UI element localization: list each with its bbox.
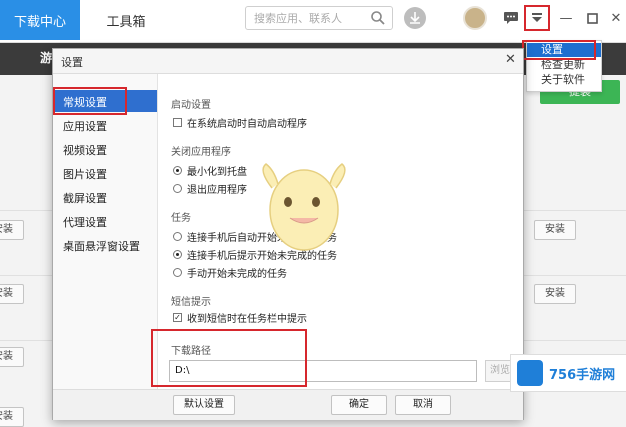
radio-exit-app[interactable]: 退出应用程序 bbox=[173, 181, 247, 196]
startup-checkbox[interactable]: 在系统启动时自动启动程序 bbox=[173, 115, 307, 130]
close-app-section-title: 关闭应用程序 bbox=[171, 147, 231, 158]
nav-item-apps[interactable]: 应用设置 bbox=[63, 118, 107, 134]
menu-item-check-update[interactable]: 检查更新 bbox=[527, 58, 601, 72]
brand-text: 756手游网 bbox=[549, 367, 616, 383]
brand-watermark: 756手游网 bbox=[510, 354, 626, 392]
default-settings-button[interactable]: 默认设置 bbox=[173, 395, 235, 415]
avatar[interactable] bbox=[463, 6, 487, 30]
sms-option-label: 收到短信时在任务栏中提示 bbox=[187, 314, 307, 325]
nav-item-screenshot[interactable]: 截屏设置 bbox=[63, 190, 107, 206]
dialog-title: 设置 bbox=[61, 56, 83, 69]
checkbox-unchecked-icon bbox=[173, 118, 182, 127]
radio-selected-icon bbox=[173, 166, 182, 175]
download-path-highlight-box bbox=[151, 329, 307, 387]
install-button[interactable]: 安装 bbox=[0, 347, 24, 367]
radio-label: 退出应用程序 bbox=[187, 185, 247, 196]
nav-item-proxy[interactable]: 代理设置 bbox=[63, 214, 107, 230]
category-tab-games[interactable]: 游 bbox=[40, 49, 52, 66]
radio-label: 最小化到托盘 bbox=[187, 167, 247, 178]
radio-label: 手动开始未完成的任务 bbox=[187, 269, 287, 280]
startup-option-label: 在系统启动时自动启动程序 bbox=[187, 119, 307, 130]
radio-unselected-icon bbox=[173, 184, 182, 193]
radio-selected-icon bbox=[173, 250, 182, 259]
general-highlight-box bbox=[53, 87, 127, 115]
nav-item-images[interactable]: 图片设置 bbox=[63, 166, 107, 182]
dialog-footer bbox=[53, 389, 523, 420]
menu-item-about[interactable]: 关于软件 bbox=[527, 73, 601, 87]
radio-manual-resume[interactable]: 手动开始未完成的任务 bbox=[173, 265, 287, 280]
search-icon[interactable] bbox=[370, 10, 386, 26]
mascot-watermark bbox=[262, 163, 346, 251]
nav-item-floating-window[interactable]: 桌面悬浮窗设置 bbox=[63, 238, 140, 254]
chat-icon[interactable] bbox=[501, 8, 521, 28]
dialog-close-icon[interactable]: ✕ bbox=[505, 52, 516, 67]
install-button[interactable]: 安装 bbox=[534, 284, 576, 304]
tab-download-center[interactable]: 下载中心 bbox=[0, 0, 80, 40]
install-button[interactable]: 安装 bbox=[0, 284, 24, 304]
startup-section-title: 启动设置 bbox=[171, 100, 211, 111]
sms-checkbox[interactable]: ✓ 收到短信时在任务栏中提示 bbox=[173, 310, 307, 325]
sms-section-title: 短信提示 bbox=[171, 297, 211, 308]
menu-highlight-box bbox=[524, 5, 550, 31]
install-button[interactable]: 安装 bbox=[0, 407, 24, 427]
nav-item-video[interactable]: 视频设置 bbox=[63, 142, 107, 158]
download-icon[interactable] bbox=[404, 7, 426, 29]
close-window-icon[interactable]: ✕ bbox=[606, 8, 626, 28]
install-button[interactable]: 安装 bbox=[534, 220, 576, 240]
maximize-icon[interactable] bbox=[582, 8, 602, 28]
ok-button[interactable]: 确定 bbox=[331, 395, 387, 415]
install-button[interactable]: 安装 bbox=[0, 220, 24, 240]
radio-minimize-tray[interactable]: 最小化到托盘 bbox=[173, 163, 247, 178]
minimize-icon[interactable]: — bbox=[556, 8, 576, 28]
tasks-section-title: 任务 bbox=[171, 213, 191, 224]
brand-logo-icon bbox=[517, 360, 543, 386]
radio-unselected-icon bbox=[173, 232, 182, 241]
dialog-title-bar bbox=[53, 49, 523, 74]
cancel-button[interactable]: 取消 bbox=[395, 395, 451, 415]
tab-toolbox[interactable]: 工具箱 bbox=[96, 0, 156, 40]
radio-unselected-icon bbox=[173, 268, 182, 277]
settings-nav: 常规设置 应用设置 视频设置 图片设置 截屏设置 代理设置 桌面悬浮窗设置 bbox=[53, 74, 158, 389]
settings-highlight-box bbox=[522, 40, 596, 60]
checkbox-checked-icon: ✓ bbox=[173, 313, 182, 322]
